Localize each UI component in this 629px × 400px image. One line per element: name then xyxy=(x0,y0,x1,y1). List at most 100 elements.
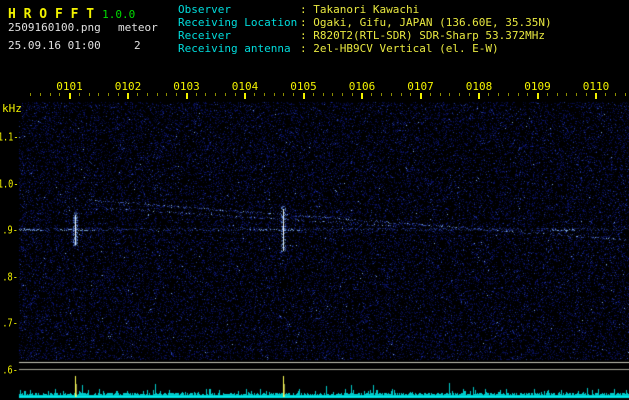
time-subtick xyxy=(566,93,567,96)
time-tick xyxy=(536,93,539,99)
time-subtick xyxy=(576,93,577,96)
freq-tick-label: .9- xyxy=(2,223,18,237)
time-subtick xyxy=(59,93,60,96)
time-subtick xyxy=(274,93,275,96)
time-subtick xyxy=(518,93,519,96)
time-subtick xyxy=(166,93,167,96)
info-value: : Ogaki, Gifu, JAPAN (136.60E, 35.35N) xyxy=(300,16,552,29)
time-subtick xyxy=(98,93,99,96)
info-value: : Takanori Kawachi xyxy=(300,3,420,16)
time-subtick xyxy=(508,93,509,96)
time-subtick xyxy=(313,93,314,96)
time-subtick xyxy=(254,93,255,96)
time-subtick xyxy=(352,93,353,96)
time-subtick xyxy=(108,93,109,96)
time-subtick xyxy=(50,93,51,96)
info-value: : R820T2(RTL-SDR) SDR-Sharp 53.372MHz xyxy=(300,29,546,42)
time-subtick xyxy=(527,93,528,96)
time-subtick xyxy=(605,93,606,96)
info-row-receiver: Receiver : R820T2(RTL-SDR) SDR-Sharp 53.3… xyxy=(178,29,552,42)
time-subtick xyxy=(625,93,626,96)
freq-tick-label: 1.0- xyxy=(0,177,18,190)
time-subtick xyxy=(342,93,343,96)
time-tick xyxy=(244,93,246,99)
time-subtick xyxy=(488,93,489,96)
time-subtick xyxy=(235,93,236,96)
time-subtick xyxy=(118,93,119,96)
time-subtick xyxy=(586,93,587,96)
time-tick xyxy=(68,93,71,99)
output-filename: 2509160100.png xyxy=(8,21,101,34)
time-tick-label: 0106 xyxy=(348,80,376,93)
time-subtick xyxy=(332,93,333,96)
time-subtick xyxy=(547,93,548,96)
station-info: Observer : Takanori Kawachi Receiving Loc… xyxy=(178,3,552,55)
freq-tick-label: 1.1- xyxy=(0,130,18,144)
time-tick-label: 0104 xyxy=(231,80,259,93)
time-tick xyxy=(478,93,480,99)
info-label: Receiving Location xyxy=(178,16,298,29)
time-tick-label: 0101 xyxy=(56,80,83,93)
time-subtick xyxy=(225,93,226,96)
freq-unit-label: kHz xyxy=(2,102,22,115)
time-subtick xyxy=(401,93,402,96)
freq-tick-label: .6- xyxy=(2,363,18,376)
time-subtick xyxy=(157,93,158,96)
time-tick xyxy=(595,93,597,99)
time-tick-label: 0105 xyxy=(290,80,317,93)
app-version: 1.0.0 xyxy=(102,8,136,21)
time-subtick xyxy=(137,93,138,96)
time-subtick xyxy=(30,93,31,96)
time-tick-label: 0110 xyxy=(582,80,610,93)
time-subtick xyxy=(391,93,392,96)
time-tick xyxy=(302,93,305,99)
app-header: H R O F F T 1.0.0 xyxy=(8,3,135,22)
time-subtick xyxy=(323,93,324,96)
time-subtick xyxy=(264,93,265,96)
time-subtick xyxy=(459,93,460,96)
timestamp: 25.09.16 01:00 xyxy=(8,39,101,52)
time-subtick xyxy=(205,93,206,96)
time-tick-label: 0103 xyxy=(173,80,200,93)
time-subtick xyxy=(498,93,499,96)
info-value: : 2el-HB9CV Vertical (el. E-W) xyxy=(300,42,499,55)
time-subtick xyxy=(557,93,558,96)
time-subtick xyxy=(469,93,470,96)
time-subtick xyxy=(89,93,90,96)
app-title: H R O F F T xyxy=(8,7,95,22)
time-tick-label: 0102 xyxy=(114,80,142,93)
time-subtick xyxy=(440,93,441,96)
info-label: Observer xyxy=(178,3,231,16)
time-subtick xyxy=(430,93,431,96)
info-row-antenna: Receiving antenna : 2el-HB9CV Vertical (e… xyxy=(178,42,552,55)
time-subtick xyxy=(410,93,411,96)
time-subtick xyxy=(79,93,80,96)
time-tick-label: 0108 xyxy=(465,80,493,93)
time-subtick xyxy=(381,93,382,96)
time-subtick xyxy=(283,93,284,96)
time-subtick xyxy=(147,93,148,96)
hrofft-window: H R O F F T 1.0.0 2509160100.png meteor 2… xyxy=(0,0,629,400)
time-subtick xyxy=(449,93,450,96)
time-subtick xyxy=(371,93,372,96)
time-subtick xyxy=(176,93,177,96)
mode-label: meteor xyxy=(118,21,158,34)
info-label: Receiver xyxy=(178,29,231,42)
time-subtick xyxy=(293,93,294,96)
info-label: Receiving antenna xyxy=(178,42,291,55)
freq-tick-label: .8- xyxy=(2,270,18,283)
time-subtick xyxy=(215,93,216,96)
time-tick-label: 0107 xyxy=(407,80,434,93)
info-row-observer: Observer : Takanori Kawachi xyxy=(178,3,552,16)
freq-tick-label: .7- xyxy=(2,316,18,330)
time-tick xyxy=(185,93,188,99)
time-subtick xyxy=(196,93,197,96)
time-subtick xyxy=(40,93,41,96)
time-tick xyxy=(127,93,129,99)
time-tick xyxy=(419,93,422,99)
spectrogram-plot xyxy=(0,0,629,400)
echo-count: 2 xyxy=(134,39,141,52)
time-tick xyxy=(361,93,363,99)
info-row-location: Receiving Location: Ogaki, Gifu, JAPAN (… xyxy=(178,16,552,29)
time-subtick xyxy=(615,93,616,96)
